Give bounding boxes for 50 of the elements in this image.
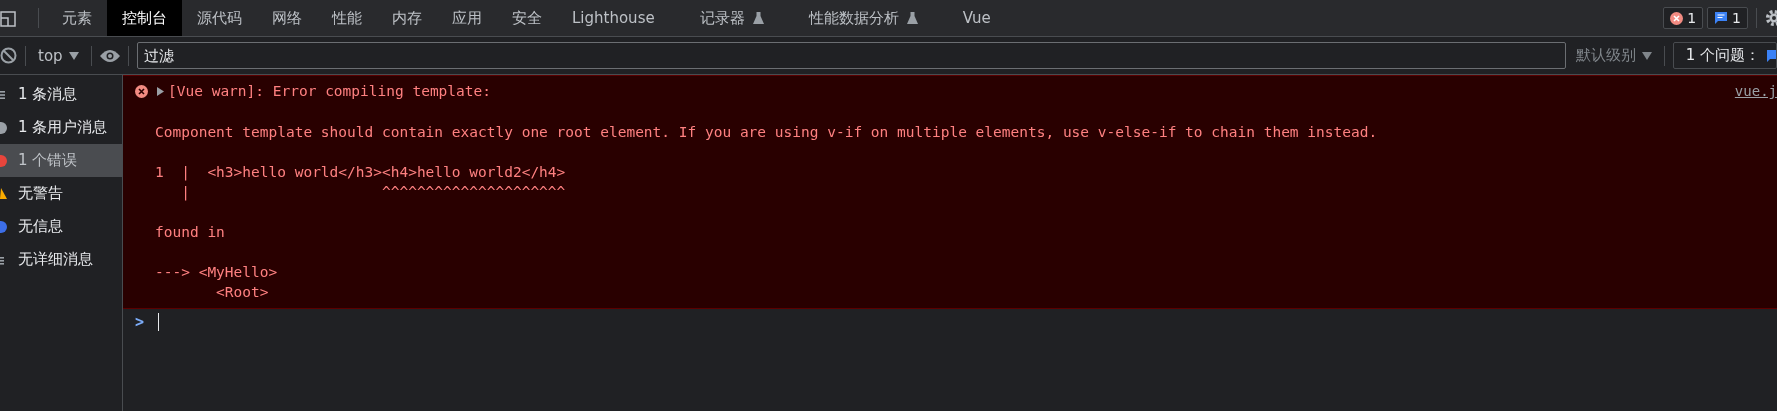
levels-dropdown[interactable]: 默认级别 bbox=[1565, 46, 1656, 65]
message-text: | ^^^^^^^^^^^^^^^^^^^^^ bbox=[180, 183, 567, 202]
error-icon bbox=[135, 84, 148, 98]
panel-tab[interactable]: 性能数据分析 bbox=[793, 0, 948, 36]
source-link[interactable]: vue.j bbox=[1734, 83, 1777, 99]
panel-tab[interactable]: 应用 bbox=[437, 0, 497, 36]
message-icon bbox=[1714, 11, 1729, 25]
message-text: <Root> bbox=[215, 283, 270, 302]
error-icon bbox=[1670, 11, 1684, 25]
level-icon bbox=[0, 186, 8, 201]
prompt-caret: > bbox=[135, 313, 145, 331]
message-text: Component template should contain exactly one root element. If you are using v-if on multiple elements, use v-else-if to chain them instead. bbox=[155, 123, 1379, 142]
panel-tab[interactable]: 内存 bbox=[377, 0, 437, 36]
dropdown-icon bbox=[68, 51, 79, 60]
message-text: [Vue warn]: Error compiling template: bbox=[168, 82, 491, 101]
issues-button[interactable]: 1 个问题： bbox=[1672, 42, 1777, 69]
flask-icon bbox=[906, 11, 918, 25]
eye-icon[interactable] bbox=[99, 48, 120, 63]
level-icon bbox=[0, 120, 8, 135]
dock-icon[interactable] bbox=[0, 8, 16, 28]
sidebar-item[interactable]: 1 个错误 bbox=[0, 144, 122, 177]
panel-tab[interactable]: 控制台 bbox=[107, 0, 182, 36]
error-count-button[interactable]: 1 bbox=[1663, 7, 1704, 29]
sidebar-item[interactable]: 无警告 bbox=[0, 177, 122, 210]
sidebar-item[interactable]: 无详细消息 bbox=[0, 243, 122, 276]
message-text: found in bbox=[155, 223, 226, 242]
level-icon bbox=[0, 219, 8, 234]
clear-icon[interactable] bbox=[0, 47, 17, 64]
text-cursor bbox=[158, 313, 160, 331]
message-text: 1 | <h3>hello world</h3><h4>hello world2</h4> bbox=[155, 163, 567, 182]
flask-icon bbox=[752, 11, 764, 25]
sidebar-item[interactable]: 无信息 bbox=[0, 210, 122, 243]
message-icon bbox=[1766, 48, 1776, 63]
panel-tab[interactable]: 安全 bbox=[497, 0, 557, 36]
panel-tab[interactable]: 元素 bbox=[47, 0, 107, 36]
sidebar-item[interactable]: 1 条消息 bbox=[0, 78, 122, 111]
level-icon bbox=[0, 153, 8, 168]
panel-tab[interactable]: 网络 bbox=[257, 0, 317, 36]
filter-field[interactable]: 过滤 bbox=[136, 42, 1566, 69]
panel-tab[interactable]: 记录器 bbox=[684, 0, 794, 36]
sidebar-item[interactable]: 1 条用户消息 bbox=[0, 111, 122, 144]
panel-tab[interactable]: Lighthouse bbox=[557, 0, 685, 36]
message-text: ---> <MyHello> bbox=[155, 263, 279, 282]
context-dropdown[interactable]: top bbox=[34, 46, 83, 65]
panel-tab[interactable]: Vue bbox=[947, 0, 1021, 36]
expand-icon[interactable] bbox=[157, 86, 164, 96]
panel-tab[interactable]: 源代码 bbox=[182, 0, 257, 36]
panel-tab[interactable]: 性能 bbox=[317, 0, 377, 36]
message-count-button[interactable]: 1 bbox=[1707, 7, 1748, 29]
dropdown-icon bbox=[1641, 51, 1652, 60]
